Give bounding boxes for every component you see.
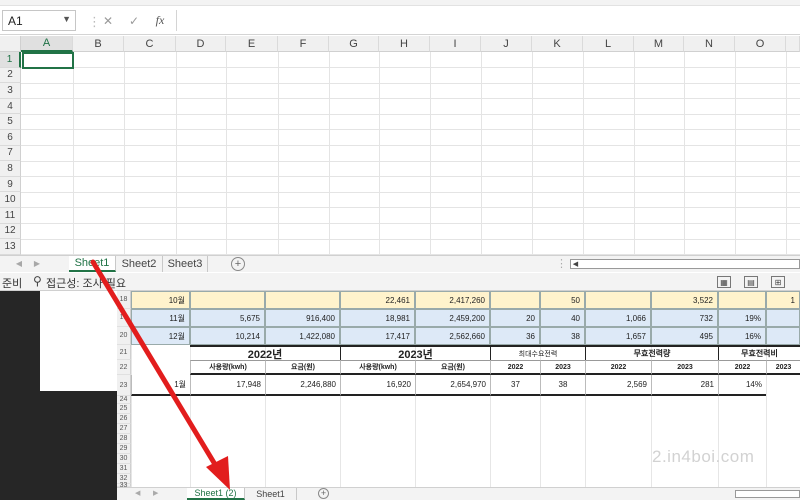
annotation-arrow (90, 259, 230, 490)
arrow-shaft (90, 259, 225, 479)
arrow-head (206, 456, 230, 490)
